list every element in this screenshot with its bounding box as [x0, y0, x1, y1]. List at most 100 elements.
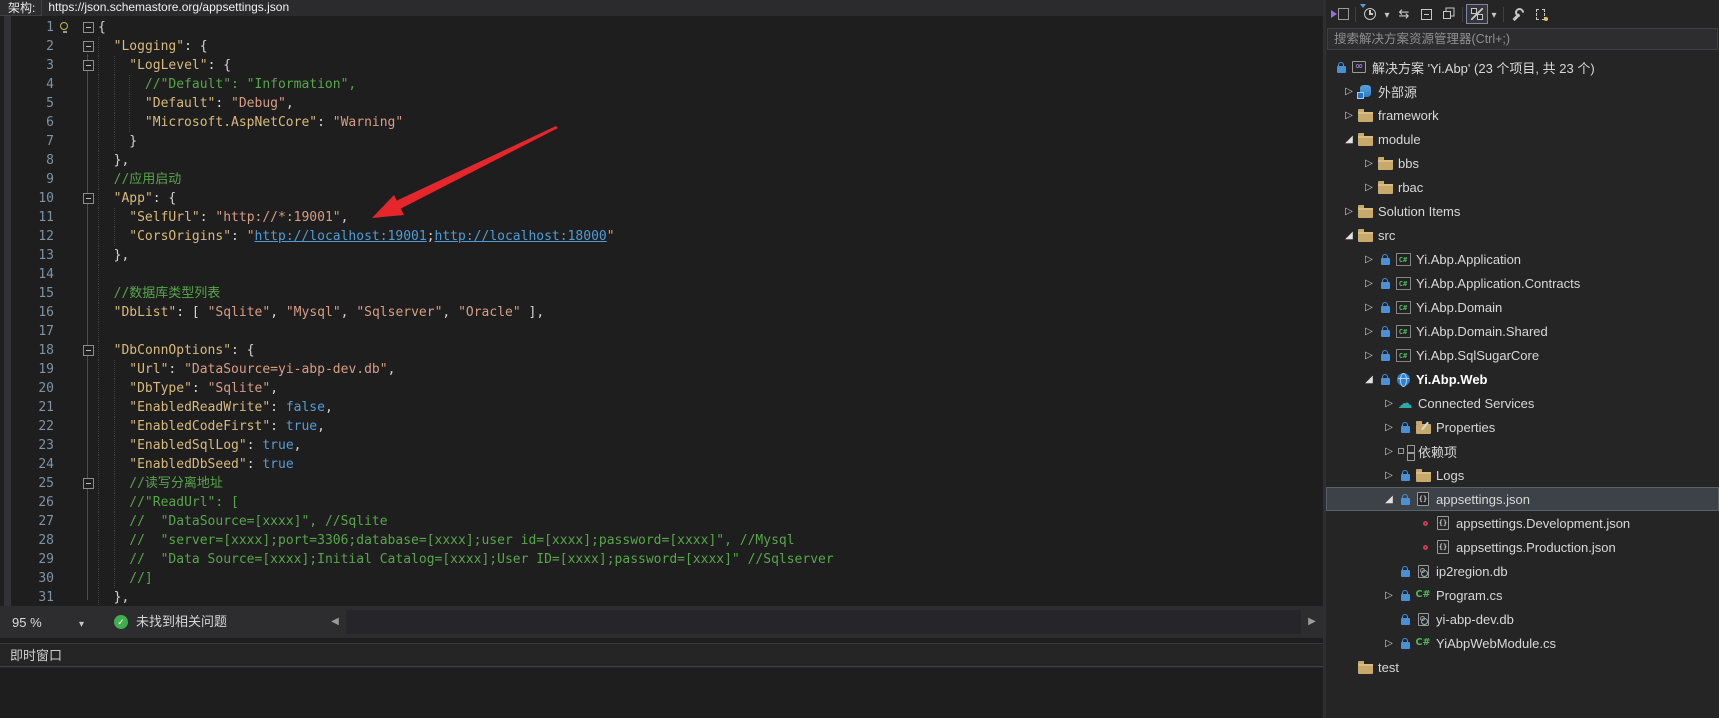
expander-icon[interactable]: ◢ [1382, 494, 1396, 505]
tree-row[interactable]: ip2region.db [1326, 559, 1719, 583]
code-text[interactable]: //"Default": "Information", [98, 75, 356, 94]
expander-icon[interactable]: ▷ [1342, 86, 1356, 97]
expander-icon[interactable]: ▷ [1362, 302, 1376, 313]
expander-icon[interactable]: ◢ [1342, 230, 1356, 241]
tree-row[interactable]: ▷外部源 [1326, 79, 1719, 103]
code-text[interactable]: "EnabledCodeFirst": true, [98, 417, 325, 436]
code-text[interactable]: }, [98, 151, 129, 170]
tree-row[interactable]: ▷YiAbpWebModule.cs [1326, 631, 1719, 655]
code-text[interactable]: //数据库类型列表 [98, 284, 220, 303]
code-text[interactable]: // "server=[xxxx];port=3306;database=[xx… [98, 531, 795, 550]
tree-row[interactable]: test [1326, 655, 1719, 679]
fold-toggle-icon[interactable] [83, 22, 94, 33]
expander-icon[interactable]: ◢ [1342, 134, 1356, 145]
code-text[interactable]: "LogLevel": { [98, 56, 231, 75]
switch-views-icon[interactable] [1330, 4, 1352, 24]
code-editor[interactable]: 1{2"Logging": {3"LogLevel": {4//"Default… [0, 16, 1323, 606]
code-text[interactable]: } [98, 132, 137, 151]
fold-toggle-icon[interactable] [83, 478, 94, 489]
code-text[interactable]: //读写分离地址 [98, 474, 223, 493]
code-text[interactable]: "EnabledDbSeed": true [98, 455, 294, 474]
expander-icon[interactable]: ▷ [1382, 638, 1396, 649]
expander-icon[interactable]: ▷ [1382, 446, 1396, 457]
tree-row[interactable]: ◢src [1326, 223, 1719, 247]
tree-row[interactable]: ▷Yi.Abp.Application.Contracts [1326, 271, 1719, 295]
tree-row[interactable]: ▷Yi.Abp.Domain.Shared [1326, 319, 1719, 343]
code-text[interactable]: "Default": "Debug", [98, 94, 294, 113]
fold-toggle-icon[interactable] [83, 345, 94, 356]
expander-icon[interactable]: ▷ [1342, 110, 1356, 121]
code-text[interactable]: "SelfUrl": "http://*:19001", [98, 208, 348, 227]
expander-icon[interactable]: ▷ [1342, 206, 1356, 217]
code-text[interactable]: "Logging": { [98, 37, 208, 56]
immediate-window-title[interactable]: 即时窗口 [0, 644, 1323, 667]
zoom-level-dropdown[interactable]: 95 % [6, 611, 90, 633]
tree-row[interactable]: 解决方案 'Yi.Abp' (23 个项目, 共 23 个) [1326, 55, 1719, 79]
code-text[interactable]: "CorsOrigins": "http://localhost:19001;h… [98, 227, 615, 246]
tree-row[interactable]: ▷Connected Services [1326, 391, 1719, 415]
code-text[interactable]: "App": { [98, 189, 176, 208]
scroll-left-arrow-icon[interactable] [328, 614, 342, 630]
expander-icon[interactable]: ▷ [1362, 158, 1376, 169]
properties-icon[interactable] [1507, 4, 1529, 24]
expander-icon[interactable]: ▷ [1362, 254, 1376, 265]
code-hyperlink[interactable]: http://localhost:18000 [435, 229, 607, 244]
code-text[interactable]: //] [98, 569, 153, 588]
solution-search-input[interactable] [1328, 32, 1717, 46]
tree-row[interactable]: ▷Properties [1326, 415, 1719, 439]
tree-row[interactable]: ▷Yi.Abp.Application [1326, 247, 1719, 271]
code-text[interactable]: }, [98, 246, 129, 265]
expander-icon[interactable]: ▷ [1382, 590, 1396, 601]
code-text[interactable]: "DbType": "Sqlite", [98, 379, 278, 398]
code-text[interactable] [98, 322, 114, 341]
schema-url-combobox[interactable]: https://json.schemastore.org/appsettings… [41, 0, 1323, 16]
sync-dropdown-icon[interactable] [1488, 4, 1500, 24]
tree-row[interactable]: ◢appsettings.json [1326, 487, 1719, 511]
tree-row[interactable]: ◢Yi.Abp.Web [1326, 367, 1719, 391]
tree-row[interactable]: ▷Logs [1326, 463, 1719, 487]
code-text[interactable]: //"ReadUrl": [ [98, 493, 239, 512]
code-text[interactable]: "EnabledReadWrite": false, [98, 398, 333, 417]
expander-icon[interactable]: ▷ [1382, 398, 1396, 409]
fold-toggle-icon[interactable] [83, 41, 94, 52]
code-text[interactable]: }, [98, 588, 129, 606]
tree-row[interactable]: yi-abp-dev.db [1326, 607, 1719, 631]
tree-row[interactable]: ▷Program.cs [1326, 583, 1719, 607]
tree-row[interactable]: ▷Solution Items [1326, 199, 1719, 223]
fold-toggle-icon[interactable] [83, 60, 94, 71]
tree-row[interactable]: ▷Yi.Abp.Domain [1326, 295, 1719, 319]
horizontal-scrollbar[interactable] [346, 610, 1301, 634]
code-text[interactable]: "Microsoft.AspNetCore": "Warning" [98, 113, 403, 132]
expander-icon[interactable]: ▷ [1362, 350, 1376, 361]
code-text[interactable]: { [98, 18, 106, 37]
expander-icon[interactable]: ▷ [1382, 422, 1396, 433]
code-text[interactable] [98, 265, 114, 284]
lightbulb-icon[interactable] [60, 22, 68, 30]
expander-icon[interactable]: ▷ [1362, 278, 1376, 289]
sync-with-active-document-icon[interactable] [1466, 4, 1488, 24]
sync-icon[interactable]: ⇆ [1393, 4, 1415, 24]
tree-row[interactable]: appsettings.Production.json [1326, 535, 1719, 559]
tree-row[interactable]: ▷rbac [1326, 175, 1719, 199]
pending-changes-filter-icon[interactable] [1359, 4, 1381, 24]
show-all-files-icon[interactable] [1529, 4, 1551, 24]
code-text[interactable]: "DbConnOptions": { [98, 341, 255, 360]
expander-icon[interactable]: ◢ [1362, 374, 1376, 385]
code-text[interactable]: // "Data Source=[xxxx];Initial Catalog=[… [98, 550, 834, 569]
tree-row[interactable]: ▷bbs [1326, 151, 1719, 175]
expander-icon[interactable]: ▷ [1362, 326, 1376, 337]
tree-row[interactable]: ▷Yi.Abp.SqlSugarCore [1326, 343, 1719, 367]
code-text[interactable]: // "DataSource=[xxxx]", //Sqlite [98, 512, 388, 531]
filter-dropdown-icon[interactable] [1381, 4, 1393, 24]
expander-icon[interactable]: ▷ [1362, 182, 1376, 193]
expander-icon[interactable]: ▷ [1382, 470, 1396, 481]
code-text[interactable]: "Url": "DataSource=yi-abp-dev.db", [98, 360, 395, 379]
preview-selected-items-icon[interactable] [1437, 4, 1459, 24]
tree-row[interactable]: appsettings.Development.json [1326, 511, 1719, 535]
code-text[interactable]: "DbList": [ "Sqlite", "Mysql", "Sqlserve… [98, 303, 544, 322]
tree-row[interactable]: ▷依赖项 [1326, 439, 1719, 463]
collapse-all-icon[interactable] [1415, 4, 1437, 24]
tree-row[interactable]: ◢module [1326, 127, 1719, 151]
tree-row[interactable]: ▷framework [1326, 103, 1719, 127]
code-hyperlink[interactable]: http://localhost:19001 [255, 229, 427, 244]
